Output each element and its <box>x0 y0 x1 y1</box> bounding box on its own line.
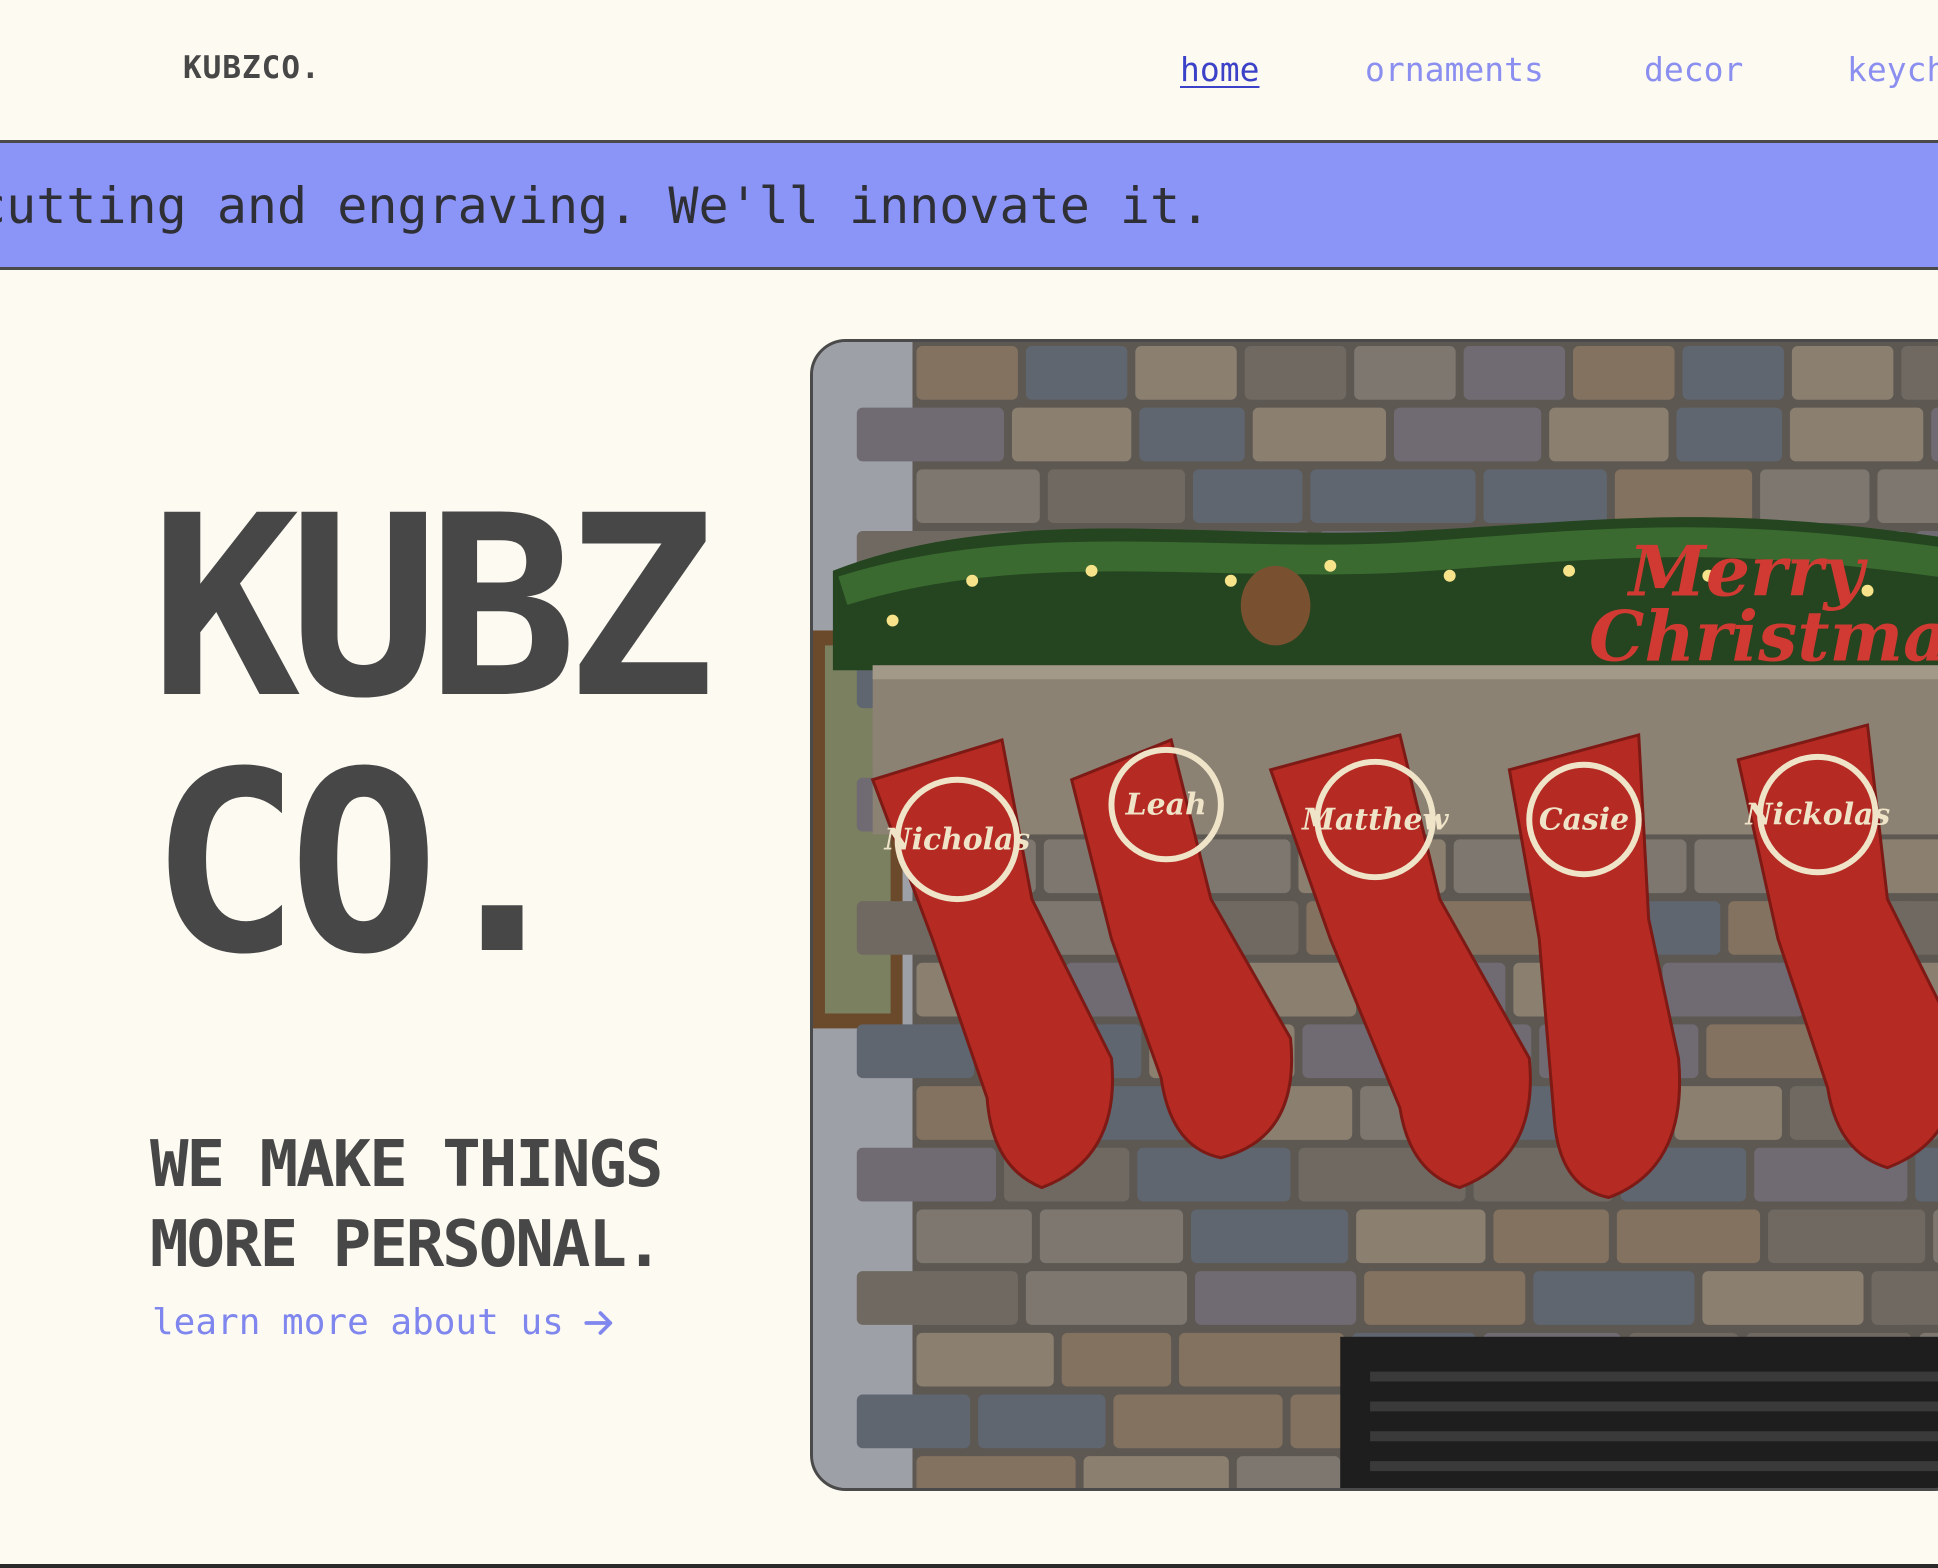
nav-keychains[interactable]: keych <box>1847 50 1938 89</box>
nav-home[interactable]: home <box>1180 50 1259 89</box>
sign-christmas: Christmas <box>1589 596 1938 677</box>
site-header: KUBZCO. home ornaments decor keych <box>0 0 1938 140</box>
hero-tagline: WE MAKE THINGS MORE PERSONAL. <box>150 1125 663 1285</box>
nav-decor[interactable]: decor <box>1644 50 1743 89</box>
ornament-name-5: Nickolas <box>1744 797 1890 832</box>
ornament-name-2: Leah <box>1125 788 1207 823</box>
fireplace-stockings-image: Merry Christmas Ni <box>813 342 1938 1488</box>
marquee-text: cutting and engraving. We'll innovate it… <box>0 177 1211 235</box>
ornament-name-1: Nicholas <box>883 822 1030 857</box>
brand-logo[interactable]: KUBZCO. <box>183 50 321 86</box>
ornament-name-4: Casie <box>1539 802 1629 837</box>
nav-ornaments[interactable]: ornaments <box>1365 50 1544 89</box>
learn-more-label: learn more about us <box>152 1302 564 1343</box>
marquee-banner: cutting and engraving. We'll innovate it… <box>0 140 1938 270</box>
hero-title: KUBZ CO. <box>150 480 790 992</box>
ornament-name-3: Matthew <box>1301 802 1450 837</box>
hero-title-line-1: KUBZ <box>150 462 716 753</box>
arrow-right-icon <box>584 1310 612 1335</box>
hero-photo: Merry Christmas Ni <box>810 339 1938 1491</box>
learn-more-link[interactable]: learn more about us <box>152 1302 616 1343</box>
tagline-line-1: WE MAKE THINGS <box>150 1128 663 1202</box>
tagline-line-2: MORE PERSONAL. <box>150 1208 663 1282</box>
page-bottom-border <box>0 1564 1938 1568</box>
hero-title-line-2: CO. <box>150 718 578 1009</box>
